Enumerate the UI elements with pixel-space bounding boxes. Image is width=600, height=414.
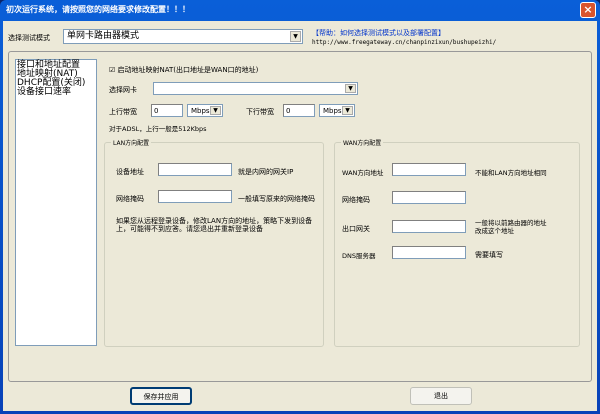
chevron-down-icon[interactable]: ▼ [342,106,353,115]
main-panel: 接口和地址配置 地址映射(NAT) DHCP配置(关闭) 设备接口速率 ☑ 启动… [8,51,592,382]
wan-title: WAN方向配置 [341,138,384,147]
lan-mask-hint: 一般填写原来的网络掩码 [238,195,315,203]
lan-warning: 如果您从远程登录设备，修改LAN方向的地址，策略下发到设备上，可能得不到应答。请… [116,217,313,233]
wan-gw-label: 出口网关 [342,225,370,233]
mode-value: 单网卡路由器模式 [67,31,140,41]
wan-addr-hint: 不能和LAN方向地址相同 [475,169,547,177]
checkmark-icon: ☑ [109,66,116,74]
chevron-down-icon[interactable]: ▼ [345,84,356,93]
sidebar-item-speed[interactable]: 设备接口速率 [17,88,95,97]
lan-mask-label: 网络掩码 [116,195,144,203]
save-apply-button[interactable]: 保存并应用 [130,387,192,405]
wan-dns-label: DNS服务器 [342,252,376,260]
lan-addr-hint: 就是内网的网关IP [238,168,294,176]
wan-gw-hint: 一般将以前路由器的地址改成这个地址 [475,219,547,235]
window: 初次运行系统，请按照您的网络要求修改配置！！！ × 选择测试模式 单网卡路由器模… [0,0,600,414]
lan-title: LAN方向配置 [111,138,152,147]
chevron-down-icon[interactable]: ▼ [210,106,221,115]
wan-dns-input[interactable] [392,246,466,259]
lan-addr-label: 设备地址 [116,168,144,176]
up-label: 上行带宽 [109,108,137,116]
lan-mask-input[interactable] [158,190,232,203]
mode-select[interactable]: 单网卡路由器模式 ▼ [63,29,303,44]
up-unit-select[interactable]: Mbps ▼ [187,104,223,117]
client-area: 选择测试模式 单网卡路由器模式 ▼ 【帮助：如何选择测试模式以及部署配置】 htt… [3,21,597,411]
chevron-down-icon[interactable]: ▼ [290,31,301,42]
up-unit: Mbps [191,107,210,115]
down-label: 下行带宽 [246,108,274,116]
down-unit: Mbps [323,107,342,115]
exit-button[interactable]: 退出 [410,387,472,405]
nic-select[interactable]: ▼ [153,82,358,95]
down-input[interactable]: 0 [283,104,315,117]
down-unit-select[interactable]: Mbps ▼ [319,104,355,117]
nat-checkbox[interactable]: ☑ 启动地址映射NAT(出口地址是WAN口的地址) [109,65,258,75]
wan-gw-input[interactable] [392,220,466,233]
close-button[interactable]: × [580,2,596,18]
window-title: 初次运行系统，请按照您的网络要求修改配置！！！ [6,5,190,14]
up-input[interactable]: 0 [151,104,183,117]
help-link[interactable]: 【帮助：如何选择测试模式以及部署配置】 [312,28,445,38]
nat-label: 启动地址映射NAT(出口地址是WAN口的地址) [117,66,259,74]
bandwidth-note: 对于ADSL，上行一般是512Kbps [109,125,207,133]
wan-group: WAN方向配置 WAN方向地址 不能和LAN方向地址相同 网络掩码 出口网关 一… [334,138,580,347]
lan-addr-input[interactable] [158,163,232,176]
mode-label: 选择测试模式 [8,34,50,42]
nic-label: 选择网卡 [109,86,137,94]
wan-mask-label: 网络掩码 [342,196,370,204]
wan-dns-hint: 需要填写 [475,251,503,259]
wan-addr-label: WAN方向地址 [342,169,384,177]
lan-group: LAN方向配置 设备地址 就是内网的网关IP 网络掩码 一般填写原来的网络掩码 … [104,138,324,347]
sidebar-list[interactable]: 接口和地址配置 地址映射(NAT) DHCP配置(关闭) 设备接口速率 [15,59,97,346]
wan-addr-input[interactable] [392,163,466,176]
wan-mask-input[interactable] [392,191,466,204]
help-url: http://www.freegateway.cn/chanpinzixun/b… [312,39,497,46]
